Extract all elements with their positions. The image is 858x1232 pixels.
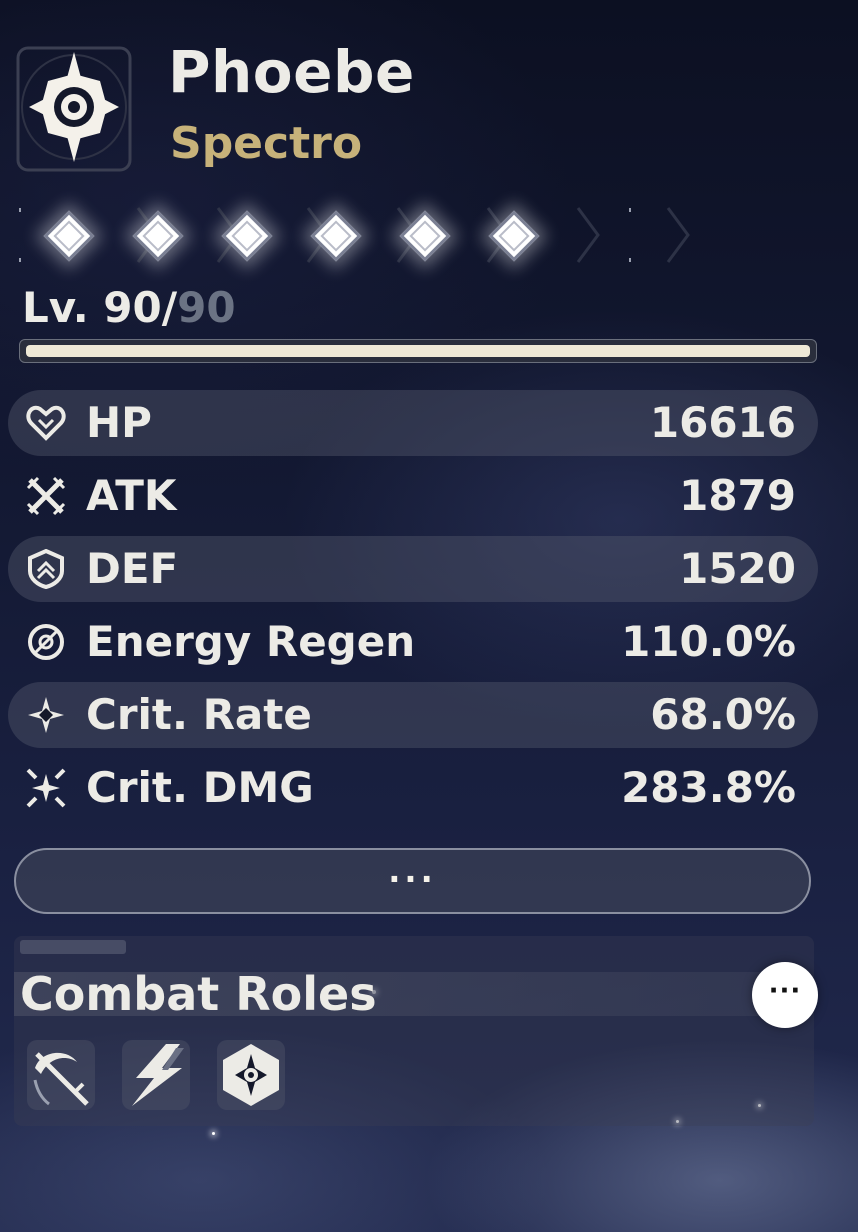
sequence-nodes [18,200,738,270]
stat-label: Crit. Rate [86,690,312,739]
stat-label: DEF [86,544,179,593]
hexagon-sun-icon[interactable] [217,1040,285,1110]
stat-row-hp: HP 16616 [8,390,818,456]
stat-value: 110.0% [621,617,796,666]
level-separator: / [161,283,178,332]
stat-value: 1879 [679,471,796,520]
stat-label: Energy Regen [86,617,416,666]
shield-icon [26,548,66,590]
scythe-sword-icon[interactable] [27,1040,95,1110]
level-prefix: Lv. [22,283,104,332]
crit-rate-icon [26,695,66,735]
stat-row-energy-regen: Energy Regen 110.0% [8,609,818,675]
character-element: Spectro [170,118,363,169]
level-indicator: Lv. 90/90 [22,283,236,332]
level-progress-bar [19,339,817,363]
stat-row-atk: ATK 1879 [8,463,818,529]
level-current: 90 [103,283,162,332]
stat-label: ATK [86,471,177,520]
stat-value: 68.0% [650,690,796,739]
spectro-star-icon [14,44,134,174]
stat-row-crit-dmg: Crit. DMG 283.8% [8,755,818,821]
stats-list: HP 16616 ATK 1879 DEF 1520 Energy Regen … [8,390,818,828]
combat-roles-title: Combat Roles [20,967,377,1021]
more-icon: ··· [768,976,802,1006]
background-star [212,1132,215,1135]
character-name: Phoebe [168,38,415,106]
heart-icon [26,403,66,443]
combat-roles-info-button[interactable]: ··· [752,962,818,1028]
stat-value: 16616 [649,398,796,447]
more-dots: ··· [388,860,437,898]
stat-label: HP [86,398,152,447]
crossed-swords-icon [26,476,66,516]
stat-label: Crit. DMG [86,763,314,812]
stat-value: 283.8% [621,763,796,812]
crit-dmg-icon [26,768,66,808]
more-stats-button[interactable]: ··· [14,848,811,914]
lightning-slash-icon[interactable] [122,1040,190,1110]
stat-row-def: DEF 1520 [8,536,818,602]
stat-row-crit-rate: Crit. Rate 68.0% [8,682,818,748]
stat-value: 1520 [679,544,796,593]
level-progress-fill [26,345,810,357]
combat-roles-tag [20,940,126,954]
energy-regen-icon [26,622,66,662]
level-max: 90 [177,283,236,332]
